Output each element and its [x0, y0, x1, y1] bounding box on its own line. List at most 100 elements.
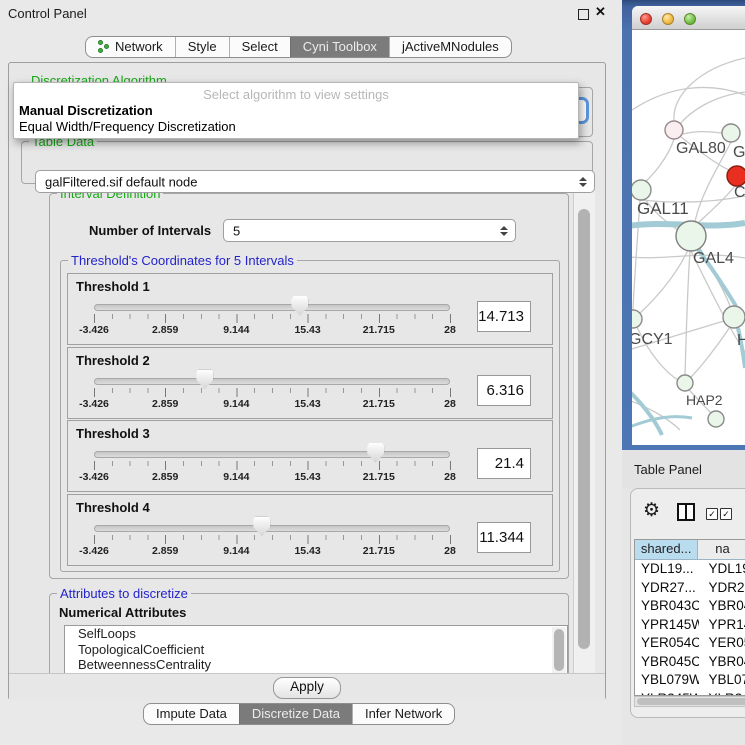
threshold-value-field[interactable]: 6.316 — [477, 375, 531, 406]
slider-tick-label: 28 — [444, 545, 456, 557]
column-header-shared-name[interactable]: shared... — [635, 540, 698, 559]
slider-handle[interactable] — [253, 517, 270, 537]
cell-name[interactable]: YBR04 — [699, 653, 745, 672]
table-row[interactable]: YPR145WYPR14 — [635, 616, 745, 635]
network-edge[interactable] — [685, 251, 690, 375]
table-row[interactable]: YBR045CYBR04 — [635, 653, 745, 672]
split-columns-icon[interactable] — [677, 503, 695, 521]
network-node[interactable] — [632, 180, 651, 200]
slider-tick-label: 9.144 — [223, 398, 249, 410]
threshold-value-field[interactable]: 21.4 — [477, 448, 531, 479]
slider-tick-labels: -3.4262.8599.14415.4321.71528 — [94, 471, 450, 483]
slider-track[interactable] — [94, 525, 450, 532]
network-canvas[interactable]: GAL80GACGAL11GAL4GCY1HHAP2 — [632, 30, 745, 445]
cell-name[interactable]: YBL07 — [699, 671, 745, 690]
attribute-list-item[interactable]: TopologicalCoefficient — [65, 642, 567, 658]
table-hscroll-thumb[interactable] — [637, 698, 745, 705]
checkbox-icon[interactable]: ✓ — [706, 508, 718, 520]
apply-button[interactable]: Apply — [273, 677, 341, 699]
popup-header: Select algorithm to view settings — [14, 87, 578, 102]
cell-shared-name[interactable]: YBR045C — [635, 653, 699, 672]
slider-handle[interactable] — [367, 443, 384, 463]
minimize-traffic-light-icon[interactable] — [662, 13, 674, 25]
network-node[interactable] — [677, 375, 693, 391]
popup-option-equal-width[interactable]: Equal Width/Frequency Discretization — [19, 119, 236, 134]
checkbox-icon[interactable]: ✓ — [720, 508, 732, 520]
cell-shared-name[interactable]: YER054C — [635, 634, 699, 653]
cell-name[interactable]: YPR14 — [699, 616, 745, 635]
table-row[interactable]: YER054CYER05 — [635, 634, 745, 653]
network-edge[interactable] — [632, 87, 745, 110]
tab-infer-network[interactable]: Infer Network — [352, 704, 454, 724]
slider-tick-label: 21.715 — [363, 398, 395, 410]
threshold-value-field[interactable]: 11.344 — [477, 522, 531, 553]
network-node[interactable] — [723, 306, 745, 328]
node-attribute-table[interactable]: shared... na YDL19...YDL19YDR27...YDR27Y… — [634, 539, 745, 696]
apply-strip: Apply — [9, 673, 605, 700]
tab-discretize-data[interactable]: Discretize Data — [239, 704, 352, 724]
zoom-traffic-light-icon[interactable] — [684, 13, 696, 25]
attribute-list-item[interactable]: SelfLoops — [65, 626, 567, 642]
attribute-list-item[interactable]: BetweennessCentrality — [65, 657, 567, 673]
cell-shared-name[interactable]: YDR27... — [635, 579, 699, 598]
cell-shared-name[interactable]: YDL19... — [635, 560, 699, 579]
float-window-icon[interactable] — [578, 9, 589, 20]
network-node[interactable] — [727, 166, 745, 186]
tab-impute-data[interactable]: Impute Data — [144, 704, 239, 724]
tab-style[interactable]: Style — [175, 37, 229, 57]
network-node[interactable] — [722, 124, 740, 142]
network-edge[interactable] — [680, 92, 745, 124]
cell-shared-name[interactable]: YBL079W — [635, 671, 699, 690]
cell-name[interactable]: YBR04 — [699, 597, 745, 616]
table-row[interactable]: YDL19...YDL19 — [635, 560, 745, 579]
gear-icon[interactable]: ⚙ — [643, 499, 660, 522]
table-row[interactable]: YDR27...YDR27 — [635, 579, 745, 598]
threshold-panel: Threshold 2 -3.4262.8599.14415.4321.7152… — [67, 347, 553, 419]
slider-track[interactable] — [94, 304, 450, 311]
number-of-intervals-combo[interactable]: 5 — [223, 219, 516, 242]
slider-ticks — [94, 388, 451, 397]
attributes-list-scrollbar[interactable] — [552, 627, 566, 675]
tab-network[interactable]: Network — [86, 37, 175, 57]
panel-scrollbar[interactable] — [573, 187, 595, 673]
network-node[interactable] — [665, 121, 683, 139]
network-edge[interactable] — [645, 139, 674, 182]
table-horizontal-scrollbar[interactable] — [634, 696, 745, 707]
cell-name[interactable]: YDR27 — [699, 579, 745, 598]
network-edge[interactable] — [683, 132, 722, 134]
close-icon[interactable]: ✕ — [595, 4, 606, 20]
network-edge[interactable] — [697, 186, 735, 224]
cell-shared-name[interactable]: YPR145W — [635, 616, 699, 635]
slider-handle[interactable] — [291, 296, 308, 316]
network-graph[interactable]: GAL80GACGAL11GAL4GCY1HHAP2 — [632, 30, 745, 445]
numerical-attributes-list[interactable]: SelfLoopsTopologicalCoefficientBetweenne… — [64, 625, 568, 677]
threshold-value-field[interactable]: 14.713 — [477, 301, 531, 332]
combo-stepper-icon — [579, 177, 587, 187]
network-edge[interactable] — [640, 250, 688, 313]
slider-handle[interactable] — [196, 370, 213, 390]
slider-track[interactable] — [94, 451, 450, 458]
tab-jactivemnodules[interactable]: jActiveMNodules — [389, 37, 511, 57]
slider-track[interactable] — [94, 378, 450, 385]
popup-option-manual[interactable]: Manual Discretization — [19, 103, 153, 118]
table-data-combo[interactable]: galFiltered.sif default node — [35, 170, 595, 193]
network-edge[interactable] — [691, 327, 730, 377]
panel-title: Control Panel — [8, 6, 87, 21]
column-header-name[interactable]: na — [698, 540, 745, 559]
close-traffic-light-icon[interactable] — [640, 13, 652, 25]
tab-cyni-toolbox[interactable]: Cyni Toolbox — [290, 37, 389, 57]
network-node[interactable] — [708, 411, 724, 427]
network-edge-highlighted[interactable] — [632, 385, 662, 435]
cell-name[interactable]: YER05 — [699, 634, 745, 653]
cell-name[interactable]: YDL19 — [699, 560, 745, 579]
numerical-attributes-label: Numerical Attributes — [59, 605, 186, 620]
network-edge-highlighted[interactable] — [632, 417, 692, 430]
table-row[interactable]: YBL079WYBL07 — [635, 671, 745, 690]
tab-select[interactable]: Select — [229, 37, 290, 57]
network-node[interactable] — [676, 221, 706, 251]
cell-shared-name[interactable]: YBR043C — [635, 597, 699, 616]
slider-ticks — [94, 535, 451, 544]
panel-scrollbar-thumb[interactable] — [578, 209, 590, 649]
table-row[interactable]: YBR043CYBR04 — [635, 597, 745, 616]
network-window-titlebar[interactable] — [632, 6, 745, 30]
